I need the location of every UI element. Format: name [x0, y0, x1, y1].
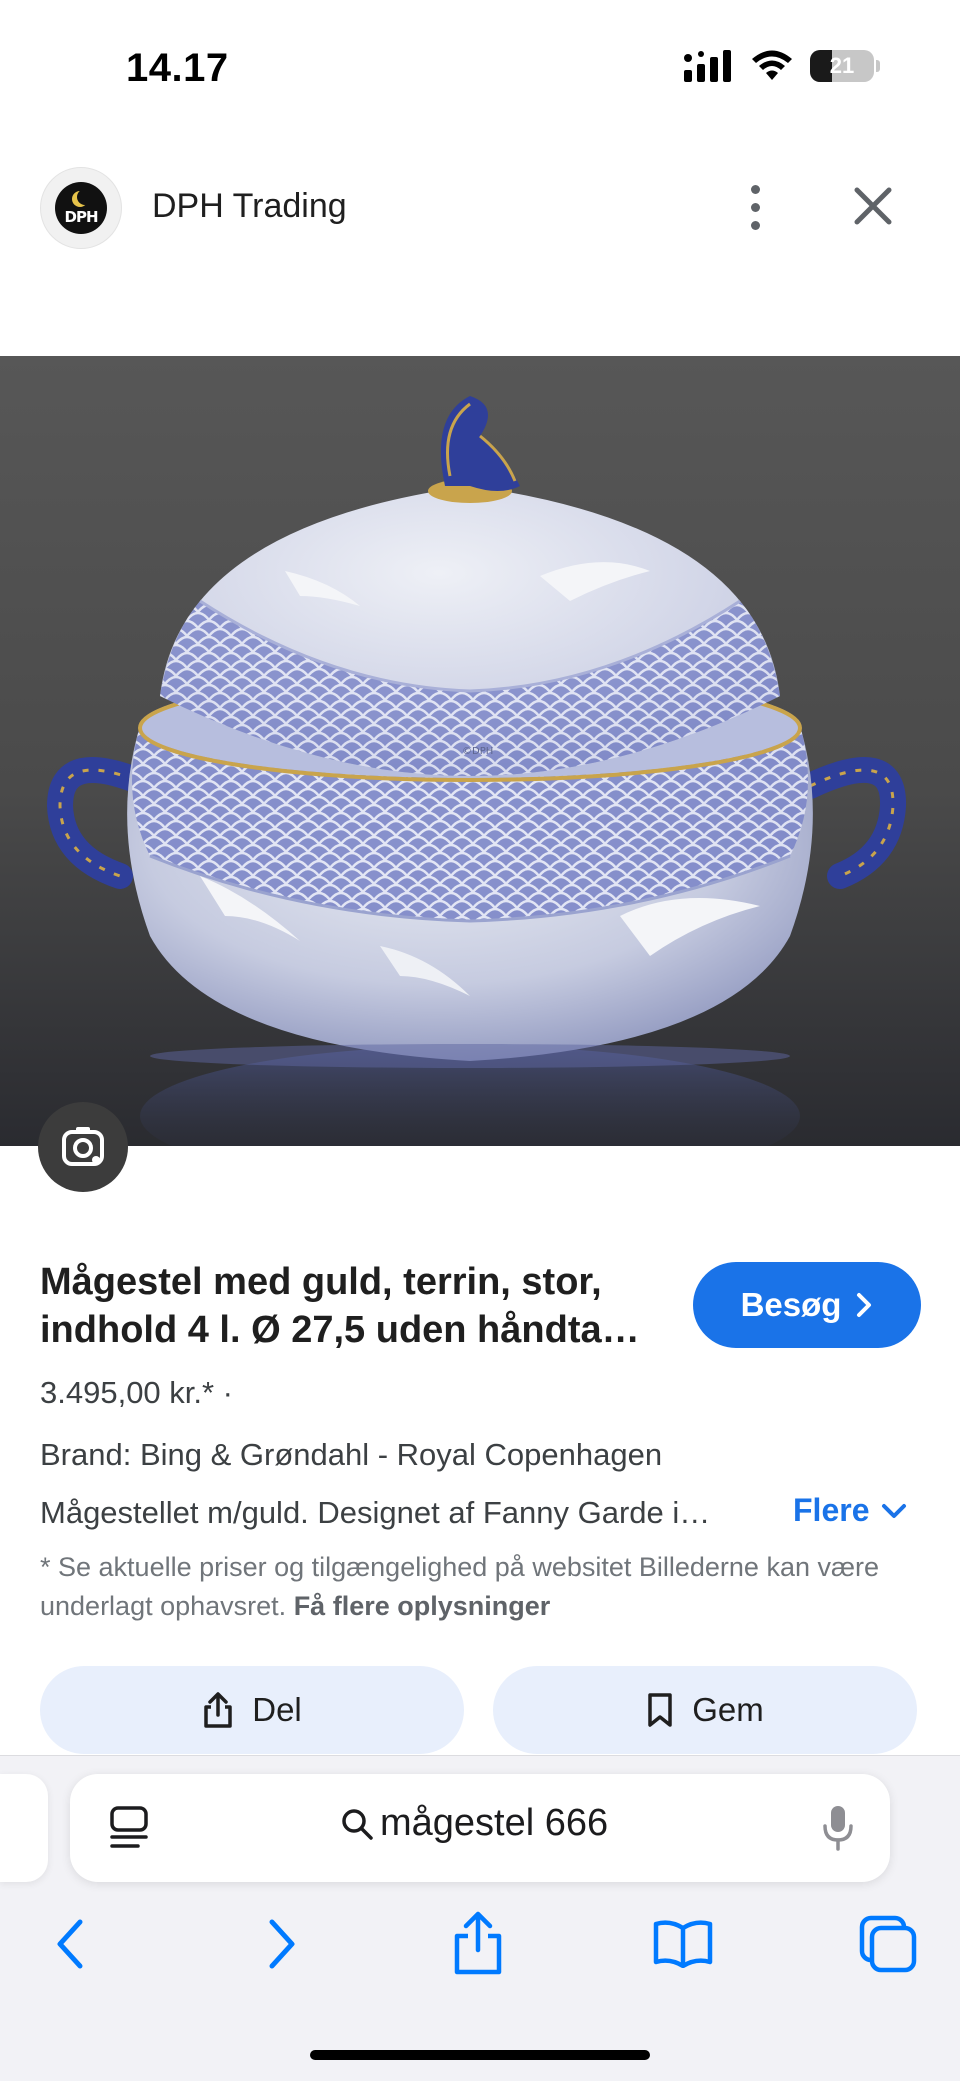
previous-tab-preview[interactable]: [0, 1774, 48, 1882]
product-image[interactable]: ©DPH: [0, 356, 960, 1146]
google-lens-icon[interactable]: [38, 1102, 128, 1192]
battery-level: 21: [829, 53, 855, 78]
address-bar[interactable]: mågestel 666: [70, 1774, 890, 1882]
more-label: Flere: [793, 1492, 870, 1528]
share-button[interactable]: Del: [40, 1666, 464, 1754]
save-label: Gem: [692, 1691, 764, 1728]
status-time: 14.17: [126, 46, 229, 90]
chevron-right-icon: [857, 1293, 872, 1317]
more-details-button[interactable]: Flere: [793, 1492, 907, 1529]
share-icon: [204, 1692, 232, 1728]
status-icons: 21: [684, 50, 880, 82]
bookmarks-book-icon[interactable]: [652, 1918, 714, 1968]
site-logo[interactable]: DPH: [40, 167, 122, 249]
site-name[interactable]: DPH Trading: [152, 187, 347, 226]
logo-text: DPH: [64, 208, 99, 226]
more-info-link[interactable]: Få flere oplysninger: [294, 1591, 551, 1621]
close-icon[interactable]: [846, 179, 900, 233]
search-icon: [342, 1808, 373, 1840]
address-query[interactable]: mågestel 666: [340, 1802, 608, 1845]
product-brand: Brand: Bing & Grøndahl - Royal Copenhage…: [40, 1437, 663, 1472]
battery-icon: 21: [810, 50, 874, 82]
more-vertical-icon[interactable]: [740, 177, 770, 237]
save-button[interactable]: Gem: [493, 1666, 917, 1754]
source-header: DPH DPH Trading: [0, 165, 960, 249]
tureen-illustration: ©DPH: [0, 356, 960, 1146]
visit-label: Besøg: [740, 1286, 842, 1323]
share-label: Del: [252, 1691, 302, 1728]
bookmark-icon: [648, 1693, 672, 1727]
image-watermark: ©DPH: [462, 746, 493, 757]
query-text: mågestel 666: [380, 1802, 609, 1844]
visit-button[interactable]: Besøg: [693, 1262, 921, 1348]
reader-mode-icon[interactable]: [108, 1806, 150, 1850]
wifi-icon: [752, 50, 792, 80]
product-title[interactable]: Mågestel med guld, terrin, stor, indhold…: [40, 1258, 670, 1354]
product-price: 3.495,00 kr.* ·: [40, 1375, 234, 1410]
product-description: Mågestellet m/guld. Designet af Fanny Ga…: [40, 1495, 711, 1530]
disclaimer: * Se aktuelle priser og tilgængelighed p…: [40, 1548, 920, 1626]
tabs-icon[interactable]: [858, 1914, 918, 1974]
home-indicator[interactable]: [310, 2050, 650, 2060]
battery-nub: [876, 60, 880, 72]
microphone-icon[interactable]: [822, 1804, 854, 1852]
share-page-icon[interactable]: [452, 1910, 504, 1976]
back-arrow-icon[interactable]: [52, 1916, 92, 1972]
logo-emblem: DPH: [55, 182, 107, 234]
forward-arrow-icon[interactable]: [260, 1916, 300, 1972]
cellular-signal-icon: [684, 50, 731, 82]
chevron-down-icon: [882, 1503, 907, 1518]
